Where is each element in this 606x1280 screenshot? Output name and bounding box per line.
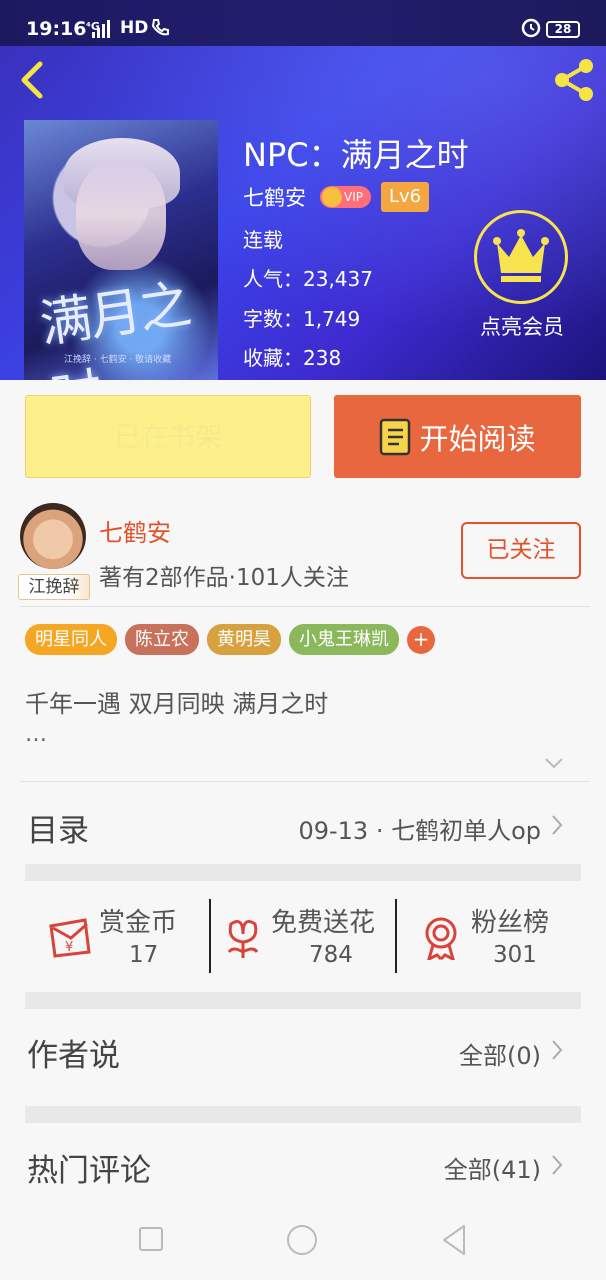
- back-nav-icon[interactable]: [440, 1224, 468, 1256]
- tag-item[interactable]: 陈立农: [125, 624, 199, 655]
- popularity-value: 23,437: [303, 267, 373, 291]
- cover-art-face: [76, 160, 166, 270]
- favorites-label: 收藏：: [243, 346, 303, 370]
- word-count-stat: 字数：1,749: [243, 303, 360, 332]
- popularity-stat: 人气：23,437: [243, 263, 373, 292]
- stat-label: 免费送花: [271, 908, 376, 938]
- chevron-right-icon: [552, 1040, 563, 1060]
- serial-status: 连载: [243, 228, 283, 252]
- section-separator: [25, 864, 581, 881]
- hot-comments-label: 热门评论: [27, 1153, 151, 1189]
- book-cover[interactable]: 满月之时 江挽辞 · 七鹤安 · 敬请收藏: [24, 120, 218, 380]
- more-tags-button[interactable]: +: [407, 626, 435, 654]
- book-author-row: 七鹤安 VIP Lv6: [243, 182, 430, 212]
- system-nav-bar: [0, 1200, 606, 1280]
- stat-label: 粉丝榜: [471, 908, 550, 938]
- book-icon: [380, 418, 411, 455]
- start-reading-label: 开始阅读: [419, 421, 536, 456]
- stat-label: 赏金币: [99, 908, 178, 938]
- author-description: 著有2部作品·101人关注: [99, 565, 349, 591]
- level-badge: Lv6: [380, 182, 430, 212]
- share-icon[interactable]: [550, 56, 598, 104]
- divider: [20, 606, 590, 607]
- intro-ellipsis: …: [25, 722, 47, 747]
- stat-value: 17: [129, 942, 159, 968]
- favorites-value: 238: [303, 346, 342, 370]
- section-separator: [25, 1106, 581, 1123]
- status-time: 19:16: [26, 18, 87, 40]
- author-notes-label: 作者说: [27, 1038, 120, 1074]
- author-name-link[interactable]: 七鹤安: [99, 513, 171, 548]
- divider: [20, 781, 590, 782]
- alarm-icon: [521, 18, 541, 38]
- catalog-label: 目录: [27, 813, 89, 849]
- cover-subtitle: 江挽辞 · 七鹤安 · 敬请收藏: [64, 355, 172, 365]
- chevron-right-icon: [552, 815, 563, 835]
- start-reading-button[interactable]: 开始阅读: [334, 395, 581, 478]
- chevron-right-icon: [552, 1155, 563, 1175]
- reward-coins-stat[interactable]: ¥ 赏金币 17: [25, 896, 210, 976]
- call-icon: [151, 19, 169, 36]
- tag-item[interactable]: 黄明昊: [207, 624, 281, 655]
- tag-list: 明星同人 陈立农 黄明昊 小鬼王琳凯 +: [25, 624, 435, 655]
- favorites-stat: 收藏：238: [243, 342, 341, 371]
- stat-value: 784: [309, 942, 353, 968]
- follow-button[interactable]: 已关注: [461, 522, 581, 579]
- vip-promo-button[interactable]: [474, 210, 568, 304]
- tag-item[interactable]: 小鬼王琳凯: [289, 624, 399, 655]
- avatar-tag: 江挽辞: [18, 574, 90, 600]
- book-intro: 千年一遇 双月同映 满月之时: [25, 690, 329, 718]
- hd-indicator: HD: [120, 18, 149, 38]
- popularity-label: 人气：: [243, 267, 303, 291]
- book-title: NPC：满月之时: [243, 136, 469, 174]
- free-flower-stat[interactable]: 免费送花 784: [211, 896, 395, 976]
- crown-icon: [322, 187, 342, 207]
- hot-comments-count: 全部(41): [443, 1156, 541, 1184]
- flower-icon: [227, 920, 259, 958]
- fan-ranking-stat[interactable]: 粉丝榜 301: [397, 896, 581, 976]
- author-avatar[interactable]: [20, 503, 86, 569]
- stat-value: 301: [493, 942, 537, 968]
- vip-promo-label[interactable]: 点亮会员: [474, 311, 570, 341]
- in-bookshelf-button[interactable]: 已在书架: [25, 395, 311, 478]
- medal-icon: [425, 917, 457, 960]
- book-author-name[interactable]: 七鹤安: [243, 182, 306, 212]
- word-count-value: 1,749: [303, 307, 361, 331]
- recent-apps-icon[interactable]: [138, 1226, 164, 1252]
- chevron-down-icon[interactable]: [544, 756, 564, 770]
- status-bar: 19:16 ⁴G HD 28: [0, 0, 606, 46]
- signal-icon: [92, 20, 110, 38]
- word-count-label: 字数：: [243, 307, 303, 331]
- battery-indicator: 28: [546, 21, 580, 38]
- book-header: 19:16 ⁴G HD 28 满月之时 江挽辞 · 七鹤安 · 敬请收藏 NPC…: [0, 0, 606, 380]
- tag-item[interactable]: 明星同人: [25, 624, 117, 655]
- vip-badge-label: VIP: [344, 190, 363, 204]
- red-envelope-icon: ¥: [49, 918, 91, 958]
- vip-badge: VIP: [320, 186, 371, 208]
- crown-icon: [493, 229, 549, 282]
- latest-chapter: 09-13 · 七鹤初单人op: [298, 817, 541, 845]
- section-separator: [25, 992, 581, 1009]
- svg-text:¥: ¥: [65, 940, 73, 955]
- author-notes-count: 全部(0): [459, 1042, 541, 1070]
- back-icon[interactable]: [14, 58, 54, 102]
- stats-bar: ¥ 赏金币 17 免费送花 784 粉丝榜 301: [25, 896, 581, 976]
- home-icon[interactable]: [286, 1224, 318, 1256]
